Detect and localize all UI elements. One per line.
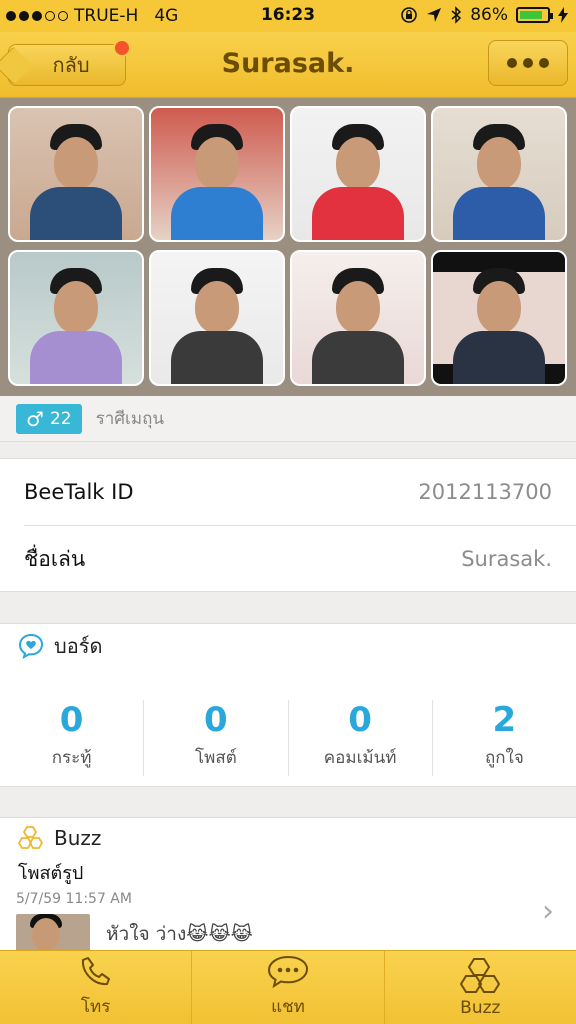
navigation-bar: กลับ Surasak. [0,32,576,98]
page-title: Surasak. [221,48,355,79]
honeycomb-icon [18,826,44,849]
detail-row-nickname: ชื่อเล่น Surasak. [0,526,576,592]
more-dot-icon [539,58,549,68]
more-dot-icon [523,58,533,68]
profile-photo[interactable] [8,106,144,242]
tab-chat[interactable]: แชท [192,951,385,1024]
phone-icon [81,957,110,986]
detail-label: ชื่อเล่น [24,546,86,571]
gender-age-badge: ♂ 22 [16,403,82,434]
stat-value: 0 [59,700,84,740]
profile-photo[interactable] [431,106,567,242]
stat-value: 0 [204,700,228,740]
more-dot-icon [507,58,517,68]
tab-buzz[interactable]: Buzz [385,951,576,1024]
stat-label: โพสต์ [194,748,237,768]
stat-label: ถูกใจ [484,748,524,768]
battery-percent: 86% [470,5,508,25]
profile-photo[interactable] [290,106,426,242]
detail-value: 2012113700 [418,480,552,504]
battery-icon [516,7,553,23]
detail-row-beetalk-id: BeeTalk ID 2012113700 [0,459,576,525]
male-icon: ♂ [26,406,44,431]
profile-info-strip: ♂ 22 ราศีเมถุน [0,396,576,442]
chat-bubble-icon [267,955,308,989]
board-card[interactable]: บอร์ด 0 กระทู้ 0 โพสต์ 0 คอมเม้นท์ 2 ถูก… [0,623,576,787]
age-value: 22 [49,408,72,429]
tab-label: โทร [80,997,111,1017]
chevron-right-icon[interactable]: › [542,894,554,929]
profile-photo[interactable] [8,250,144,386]
buzz-header: Buzz [0,818,576,858]
buzz-timestamp: 5/7/59 11:57 AM [16,891,132,907]
status-right: 86% [400,5,568,25]
detail-label: BeeTalk ID [24,480,134,504]
stat-comments[interactable]: 0 คอมเม้นท์ [289,700,433,776]
heart-bubble-icon [18,633,44,659]
buzz-card[interactable]: Buzz โพสต์รูป 5/7/59 11:57 AM หัวใจ ว่าง… [0,817,576,957]
rotation-lock-icon [401,7,418,23]
profile-photo-grid [0,98,576,396]
tab-label: Buzz [460,997,501,1018]
stat-value: 2 [492,700,517,740]
profile-photo[interactable] [149,106,285,242]
board-header: บอร์ด [0,624,576,668]
stat-likes[interactable]: 2 ถูกใจ [433,700,576,776]
buzz-preview: หัวใจ ว่าง😹😹😹 [16,914,253,954]
status-bar: TRUE-H 4G 16:23 86% [0,0,576,32]
location-arrow-icon [427,8,442,22]
stat-value: 0 [348,700,372,740]
notification-dot [113,39,131,57]
zodiac-sign: ราศีเมถุน [95,409,164,429]
buzz-text: หัวใจ ว่าง😹😹😹 [106,923,253,945]
tab-bar: โทร แชท Buzz [0,950,576,1024]
back-button[interactable]: กลับ [8,39,131,86]
profile-photo[interactable] [431,250,567,386]
profile-details-card: BeeTalk ID 2012113700 ชื่อเล่น Surasak. [0,458,576,592]
stat-threads[interactable]: 0 กระทู้ [0,700,145,776]
buzz-thumbnail [16,914,90,954]
tab-call[interactable]: โทร [0,951,193,1024]
board-stats: 0 กระทู้ 0 โพสต์ 0 คอมเม้นท์ 2 ถูกใจ [0,700,576,776]
buzz-post-type: โพสต์รูป [18,863,84,884]
bluetooth-icon [451,6,462,24]
profile-photo[interactable] [149,250,285,386]
honeycomb-icon [460,957,501,993]
stat-label: คอมเม้นท์ [323,748,397,768]
tab-label: แชท [271,997,305,1017]
stat-label: กระทู้ [51,748,92,768]
stat-posts[interactable]: 0 โพสต์ [144,700,289,776]
detail-value: Surasak. [461,547,552,571]
board-title: บอร์ด [54,634,103,658]
buzz-title: Buzz [54,826,102,850]
charging-bolt-icon [558,7,568,23]
more-options-button[interactable] [488,40,568,86]
profile-photo[interactable] [290,250,426,386]
back-button-label: กลับ [52,53,90,77]
